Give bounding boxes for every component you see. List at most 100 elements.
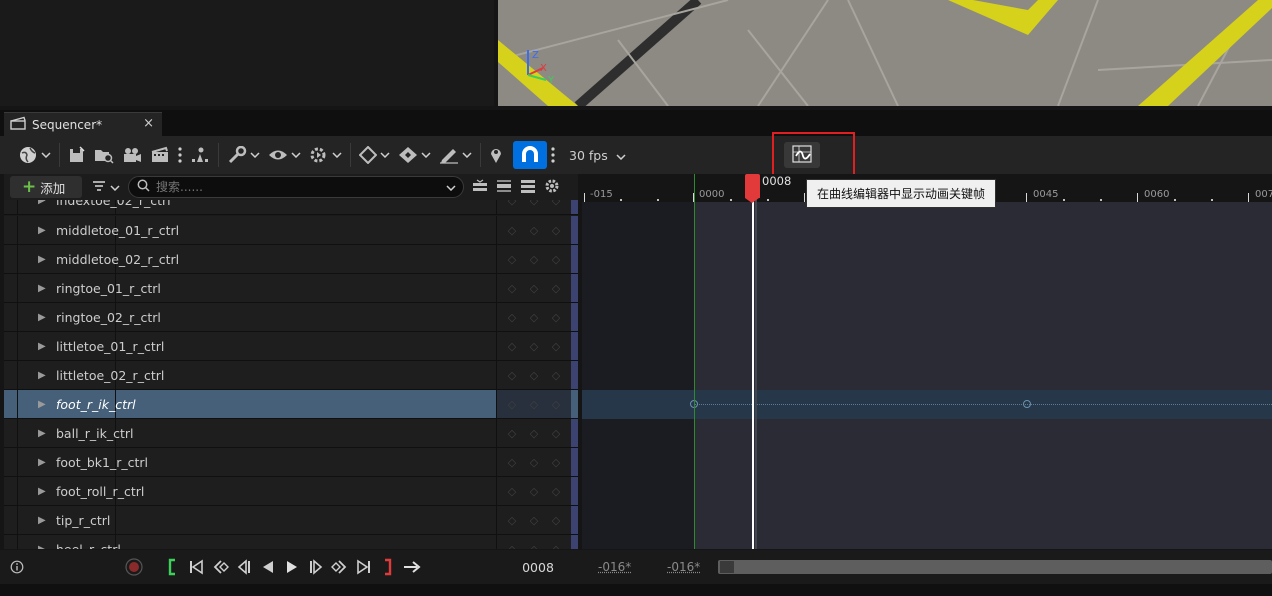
- track-row[interactable]: ▶ foot_roll_r_ctrl ◇ ◇ ◇: [4, 477, 578, 506]
- track-row[interactable]: ▶ ringtoe_01_r_ctrl ◇ ◇ ◇: [4, 274, 578, 303]
- expand-arrow-icon[interactable]: ▶: [38, 312, 46, 323]
- playback-options-button[interactable]: [305, 141, 346, 169]
- loop-arrow-icon[interactable]: [402, 556, 422, 578]
- next-key-icon[interactable]: ◇: [552, 514, 560, 527]
- add-key-icon[interactable]: ◇: [530, 369, 538, 382]
- prev-key-icon[interactable]: ◇: [508, 514, 516, 527]
- more-options-button[interactable]: [174, 141, 186, 169]
- expand-arrow-icon[interactable]: ▶: [38, 225, 46, 236]
- prev-key-icon[interactable]: ◇: [508, 224, 516, 237]
- playhead-line[interactable]: [752, 196, 754, 549]
- actors-to-sequencer-button[interactable]: [186, 141, 214, 169]
- prev-key-icon[interactable]: ◇: [508, 543, 516, 550]
- info-icon[interactable]: [10, 560, 24, 577]
- jump-to-start-icon[interactable]: [186, 556, 206, 578]
- next-key-icon[interactable]: ◇: [552, 224, 560, 237]
- add-key-icon[interactable]: ◇: [530, 224, 538, 237]
- next-key-icon[interactable]: ◇: [552, 398, 560, 411]
- prev-key-icon[interactable]: ◇: [508, 427, 516, 440]
- next-key-icon[interactable]: ◇: [552, 485, 560, 498]
- add-key-icon[interactable]: ◇: [530, 456, 538, 469]
- next-key-icon[interactable]: ◇: [552, 200, 560, 207]
- next-key-icon[interactable]: ◇: [552, 282, 560, 295]
- playhead-handle[interactable]: [745, 174, 760, 203]
- render-movie-button[interactable]: [146, 141, 174, 169]
- add-key-icon[interactable]: ◇: [530, 340, 538, 353]
- add-key-icon[interactable]: ◇: [530, 398, 538, 411]
- search-input[interactable]: [156, 180, 446, 194]
- prev-key-icon[interactable]: ◇: [508, 200, 516, 207]
- track-row-selected[interactable]: ▶ foot_r_ik_ctrl ◇ ◇ ◇: [4, 390, 578, 419]
- next-key-icon[interactable]: ◇: [552, 543, 560, 550]
- world-dropdown-button[interactable]: [14, 141, 55, 169]
- expand-arrow-icon[interactable]: ▶: [38, 254, 46, 265]
- camera-button[interactable]: [118, 141, 146, 169]
- expand-arrow-icon[interactable]: ▶: [38, 457, 46, 468]
- expand-arrow-icon[interactable]: ▶: [38, 283, 46, 294]
- snap-toggle-button[interactable]: [513, 141, 547, 169]
- step-back-icon[interactable]: [234, 556, 254, 578]
- add-key-icon[interactable]: ◇: [530, 514, 538, 527]
- prev-key-icon[interactable]: ◇: [508, 456, 516, 469]
- track-row[interactable]: ▶ indextoe_02_r_ctrl ◇ ◇ ◇: [4, 200, 578, 215]
- expand-arrow-icon[interactable]: ▶: [38, 486, 46, 497]
- next-key-icon[interactable]: ◇: [552, 253, 560, 266]
- scrollbar-thumb[interactable]: [720, 561, 734, 573]
- view-range-end-field[interactable]: -016*: [667, 560, 700, 574]
- jump-to-end-icon[interactable]: [354, 556, 374, 578]
- track-row[interactable]: ▶ ringtoe_02_r_ctrl ◇ ◇ ◇: [4, 303, 578, 332]
- view-options-button[interactable]: [264, 141, 305, 169]
- next-key-icon[interactable]: ◇: [552, 340, 560, 353]
- prev-key-icon[interactable]: ◇: [508, 485, 516, 498]
- chevron-down-icon[interactable]: [446, 180, 456, 194]
- next-key-icon[interactable]: ◇: [552, 369, 560, 382]
- collapse-rows-icon[interactable]: [472, 179, 488, 196]
- expand-arrow-icon[interactable]: ▶: [38, 428, 46, 439]
- set-end-icon[interactable]: [378, 556, 398, 578]
- tools-dropdown-button[interactable]: [223, 141, 264, 169]
- next-key-icon[interactable]: ◇: [552, 427, 560, 440]
- filter-dropdown-button[interactable]: [92, 180, 120, 195]
- play-reverse-icon[interactable]: [258, 556, 278, 578]
- track-row[interactable]: ▶ heel_r_ctrl ◇ ◇ ◇: [4, 535, 578, 549]
- track-row[interactable]: ▶ littletoe_01_r_ctrl ◇ ◇ ◇: [4, 332, 578, 361]
- track-search-box[interactable]: [128, 176, 464, 198]
- step-forward-icon[interactable]: [306, 556, 326, 578]
- track-row[interactable]: ▶ tip_r_ctrl ◇ ◇ ◇: [4, 506, 578, 535]
- track-row[interactable]: ▶ foot_bk1_r_ctrl ◇ ◇ ◇: [4, 448, 578, 477]
- snap-options-button[interactable]: [547, 141, 559, 169]
- expand-arrow-icon[interactable]: ▶: [38, 399, 46, 410]
- frame-rate-dropdown[interactable]: 30 fps: [569, 148, 626, 163]
- list-rows-icon[interactable]: [520, 179, 536, 196]
- prev-key-icon[interactable]: ◇: [508, 369, 516, 382]
- next-key-icon[interactable]: ◇: [552, 311, 560, 324]
- track-row[interactable]: ▶ middletoe_01_r_ctrl ◇ ◇ ◇: [4, 216, 578, 245]
- prev-key-icon[interactable]: ◇: [508, 282, 516, 295]
- track-row[interactable]: ▶ middletoe_02_r_ctrl ◇ ◇ ◇: [4, 245, 578, 274]
- settings-gear-icon[interactable]: [544, 178, 560, 197]
- prev-key-icon[interactable]: [210, 556, 230, 578]
- next-key-icon[interactable]: [330, 556, 350, 578]
- add-key-icon[interactable]: ◇: [530, 282, 538, 295]
- expand-arrow-icon[interactable]: ▶: [38, 515, 46, 526]
- add-key-icon[interactable]: ◇: [530, 253, 538, 266]
- playback-start-marker[interactable]: [694, 174, 695, 549]
- save-button[interactable]: [64, 141, 90, 169]
- current-frame-field[interactable]: 0008: [500, 560, 576, 575]
- add-key-icon[interactable]: ◇: [530, 200, 538, 207]
- next-key-icon[interactable]: ◇: [552, 456, 560, 469]
- prev-key-icon[interactable]: ◇: [508, 340, 516, 353]
- prev-key-icon[interactable]: ◇: [508, 398, 516, 411]
- keyframe[interactable]: [1023, 400, 1031, 408]
- track-row[interactable]: ▶ littletoe_02_r_ctrl ◇ ◇ ◇: [4, 361, 578, 390]
- edit-mode-button[interactable]: [435, 141, 476, 169]
- find-asset-button[interactable]: [90, 141, 118, 169]
- add-key-icon[interactable]: ◇: [530, 543, 538, 550]
- expand-arrow-icon[interactable]: ▶: [38, 341, 46, 352]
- tab-sequencer[interactable]: Sequencer* ×: [4, 112, 162, 136]
- view-range-start-field[interactable]: -016*: [598, 560, 631, 574]
- add-key-icon[interactable]: ◇: [530, 427, 538, 440]
- expand-arrow-icon[interactable]: ▶: [38, 200, 46, 206]
- play-icon[interactable]: [282, 556, 302, 578]
- set-start-icon[interactable]: [162, 556, 182, 578]
